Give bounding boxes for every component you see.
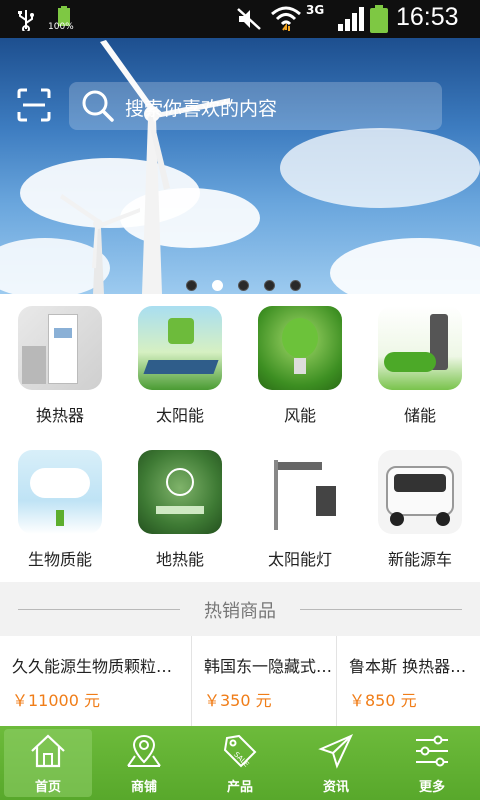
ev-charging-image — [378, 306, 462, 390]
tab-home[interactable]: 首页 — [0, 726, 96, 800]
electric-car-image — [378, 450, 462, 534]
product-price: ￥850 元 — [349, 691, 417, 710]
hot-products-header: 热销商品 — [0, 582, 480, 636]
category-solar-lamp[interactable]: 太阳能灯 — [240, 438, 360, 582]
heat-exchanger-image — [18, 306, 102, 390]
category-grid: 换热器 太阳能 风能 储能 生物质能 地热能 太阳能灯 新能源车 — [0, 294, 480, 582]
product-name: 鲁本斯 换热器… — [349, 657, 467, 676]
scan-icon[interactable] — [17, 88, 51, 122]
product-price: ￥11000 元 — [12, 691, 100, 710]
product-card[interactable]: 韩国东一隐藏式… ￥350 元 — [192, 636, 337, 726]
category-label: 储能 — [403, 406, 436, 425]
tab-more[interactable]: 更多 — [384, 726, 480, 800]
category-biomass[interactable]: 生物质能 — [0, 438, 120, 582]
paper-plane-icon — [318, 734, 354, 769]
product-list: 久久能源生物质颗粒… ￥11000 元 韩国东一隐藏式… ￥350 元 鲁本斯 … — [0, 636, 480, 726]
tab-label: 资讯 — [322, 780, 349, 795]
category-storage[interactable]: 储能 — [360, 294, 480, 438]
bottom-tab-bar: 首页 商铺 SALE 产品 资讯 更多 — [0, 726, 480, 800]
banner-dot[interactable] — [238, 280, 249, 291]
go-green-image — [138, 450, 222, 534]
banner-dot[interactable] — [186, 280, 197, 291]
tab-shops[interactable]: 商铺 — [96, 726, 192, 800]
wifi-icon — [271, 6, 301, 31]
category-ev[interactable]: 新能源车 — [360, 438, 480, 582]
product-card[interactable]: 久久能源生物质颗粒… ￥11000 元 — [0, 636, 192, 726]
category-label: 太阳能 — [155, 406, 204, 425]
banner-dot-active[interactable] — [212, 280, 223, 291]
category-label: 太阳能灯 — [267, 550, 332, 569]
product-price: ￥350 元 — [204, 691, 272, 710]
eco-cloud-image — [18, 450, 102, 534]
status-bar: 100% 3G 16:53 — [0, 0, 480, 38]
mute-icon — [237, 8, 261, 30]
signal-icon — [338, 7, 364, 31]
category-label: 换热器 — [35, 406, 84, 425]
tab-label: 商铺 — [130, 780, 157, 795]
sale-tag-icon: SALE — [223, 734, 257, 769]
street-lamp-image — [258, 450, 342, 534]
sliders-icon — [416, 735, 448, 767]
network-type: 3G — [306, 3, 325, 17]
tab-news[interactable]: 资讯 — [288, 726, 384, 800]
banner-dot[interactable] — [264, 280, 275, 291]
solar-eco-image — [138, 306, 222, 390]
battery-percent: 100% — [48, 22, 74, 32]
wind-turbines-image — [60, 40, 230, 294]
shop-map-icon — [127, 734, 161, 767]
green-bulb-image — [258, 306, 342, 390]
category-label: 新能源车 — [387, 550, 452, 569]
category-label: 地热能 — [155, 550, 204, 569]
category-geothermal[interactable]: 地热能 — [120, 438, 240, 582]
search-icon — [82, 90, 114, 122]
home-icon — [31, 734, 65, 768]
tab-label: 更多 — [418, 780, 445, 795]
banner-dot[interactable] — [290, 280, 301, 291]
search-bar[interactable]: 搜索你喜欢的内容 — [69, 82, 442, 130]
product-card[interactable]: 鲁本斯 换热器… ￥850 元 — [337, 636, 480, 726]
tab-products[interactable]: SALE 产品 — [192, 726, 288, 800]
section-title: 热销商品 — [204, 601, 276, 622]
category-solar[interactable]: 太阳能 — [120, 294, 240, 438]
tab-label: 首页 — [34, 780, 61, 795]
hero-banner[interactable] — [0, 38, 480, 294]
category-label: 生物质能 — [27, 550, 92, 569]
product-name: 久久能源生物质颗粒… — [12, 657, 173, 676]
tab-label: 产品 — [226, 780, 253, 795]
battery-icon — [370, 5, 388, 33]
category-wind[interactable]: 风能 — [240, 294, 360, 438]
clock: 16:53 — [396, 3, 459, 31]
category-label: 风能 — [283, 406, 316, 425]
usb-icon — [18, 10, 34, 31]
search-placeholder: 搜索你喜欢的内容 — [125, 98, 278, 120]
product-name: 韩国东一隐藏式… — [204, 657, 333, 676]
divider — [300, 609, 462, 610]
category-heat-exchanger[interactable]: 换热器 — [0, 294, 120, 438]
